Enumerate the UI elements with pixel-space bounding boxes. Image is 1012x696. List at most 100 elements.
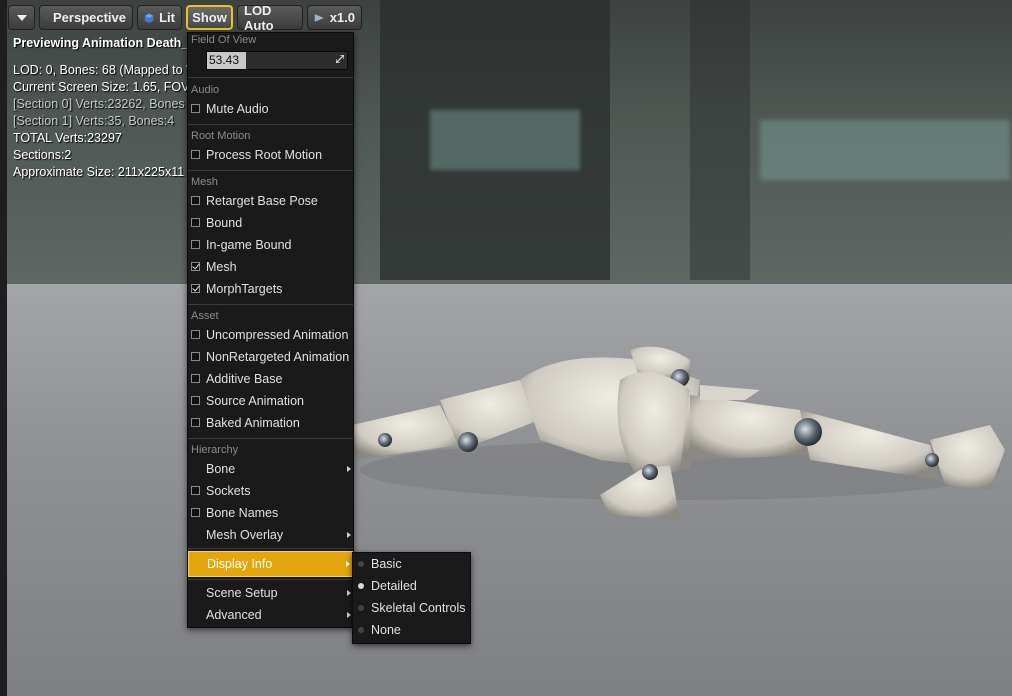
menu-separator xyxy=(188,304,353,305)
menu-item-sockets[interactable]: Sockets xyxy=(188,480,353,502)
perspective-label: Perspective xyxy=(53,10,126,25)
section-header-fov: Field Of View xyxy=(191,34,257,46)
checkbox[interactable] xyxy=(191,262,200,271)
checkbox[interactable] xyxy=(191,284,200,293)
info-line: Sections:2 xyxy=(13,148,72,162)
menu-item-label: Process Root Motion xyxy=(206,148,323,162)
fov-slider[interactable]: 53.43 xyxy=(206,51,348,70)
menu-item-label: Source Animation xyxy=(206,394,304,408)
menu-item-label: MorphTargets xyxy=(206,282,283,296)
submenu-arrow-icon xyxy=(347,590,351,596)
lod-button[interactable]: LOD Auto xyxy=(237,2,303,33)
menu-item-label: Retarget Base Pose xyxy=(206,194,318,208)
menu-item-scene-setup[interactable]: Scene Setup xyxy=(188,582,353,604)
menu-item-label: Baked Animation xyxy=(206,416,300,430)
chevron-down-icon xyxy=(16,14,27,21)
checkbox[interactable] xyxy=(191,218,200,227)
viewport-options-button[interactable] xyxy=(8,5,35,30)
radio-button[interactable] xyxy=(358,605,364,611)
radio-button[interactable] xyxy=(358,561,364,567)
radio-button[interactable] xyxy=(358,583,364,589)
menu-item-advanced[interactable]: Advanced xyxy=(188,604,353,626)
menu-item-label: Bone xyxy=(206,462,236,476)
menu-item-label: Uncompressed Animation xyxy=(206,328,349,342)
submenu-item-label: Basic xyxy=(371,557,402,571)
section-header-root-motion: Root Motion xyxy=(191,130,251,142)
menu-item-mute-audio[interactable]: Mute Audio xyxy=(188,98,353,120)
menu-item-label: Mute Audio xyxy=(206,102,269,116)
menu-separator xyxy=(188,170,353,171)
menu-item-process-root-motion[interactable]: Process Root Motion xyxy=(188,144,353,166)
resize-handle-icon xyxy=(336,55,344,63)
menu-item-morph-targets[interactable]: MorphTargets xyxy=(188,278,353,300)
section-header-asset: Asset xyxy=(191,310,219,322)
playback-speed-button[interactable]: x1.0 xyxy=(307,5,362,30)
submenu-item-basic[interactable]: Basic xyxy=(353,553,470,575)
menu-item-nonretargeted-animation[interactable]: NonRetargeted Animation xyxy=(188,346,353,368)
radio-button[interactable] xyxy=(358,627,364,633)
display-info-submenu: Basic Detailed Skeletal Controls None xyxy=(352,552,471,644)
submenu-arrow-icon xyxy=(347,612,351,618)
submenu-item-detailed[interactable]: Detailed xyxy=(353,575,470,597)
submenu-item-label: None xyxy=(371,623,401,637)
info-line: Current Screen Size: 1.65, FOV xyxy=(13,80,190,94)
checkbox[interactable] xyxy=(191,240,200,249)
menu-item-label: Advanced xyxy=(206,608,262,622)
checkbox[interactable] xyxy=(191,104,200,113)
checkbox[interactable] xyxy=(191,196,200,205)
submenu-arrow-icon xyxy=(346,561,350,567)
checkbox[interactable] xyxy=(191,396,200,405)
speed-label: x1.0 xyxy=(329,10,355,25)
menu-separator xyxy=(188,438,353,439)
preview-info-overlay: Previewing Animation Death_1 LOD: 0, Bon… xyxy=(13,36,195,181)
show-button[interactable]: Show xyxy=(186,5,233,30)
viewport-toolbar: Perspective Lit Show LOD Auto x1.0 xyxy=(8,2,362,33)
menu-item-bone[interactable]: Bone xyxy=(188,458,353,480)
info-line: [Section 0] Verts:23262, Bones xyxy=(13,97,185,111)
cube-icon xyxy=(144,13,154,23)
checkbox[interactable] xyxy=(191,418,200,427)
menu-item-label: Scene Setup xyxy=(206,586,278,600)
menu-item-display-info[interactable]: Display Info xyxy=(188,551,353,577)
menu-separator xyxy=(188,124,353,125)
submenu-item-label: Detailed xyxy=(371,579,417,593)
menu-separator xyxy=(188,579,353,580)
menu-item-mesh[interactable]: Mesh xyxy=(188,256,353,278)
menu-item-mesh-overlay[interactable]: Mesh Overlay xyxy=(188,524,353,546)
lod-label: LOD Auto xyxy=(244,2,274,33)
checkbox[interactable] xyxy=(191,374,200,383)
menu-item-label: NonRetargeted Animation xyxy=(206,350,350,364)
menu-item-in-game-bound[interactable]: In-game Bound xyxy=(188,234,353,256)
submenu-arrow-icon xyxy=(347,532,351,538)
perspective-button[interactable]: Perspective xyxy=(39,5,133,30)
show-label: Show xyxy=(192,10,227,25)
lit-button[interactable]: Lit xyxy=(137,5,182,30)
menu-item-label: Mesh Overlay xyxy=(206,528,284,542)
checkbox[interactable] xyxy=(191,150,200,159)
section-header-hierarchy: Hierarchy xyxy=(191,444,239,456)
menu-item-source-animation[interactable]: Source Animation xyxy=(188,390,353,412)
checkbox[interactable] xyxy=(191,330,200,339)
viewport-border xyxy=(0,0,7,696)
menu-item-label: Sockets xyxy=(206,484,251,498)
camera-icon xyxy=(46,17,48,19)
menu-item-label: Additive Base xyxy=(206,372,283,386)
checkbox[interactable] xyxy=(191,352,200,361)
menu-item-uncompressed-animation[interactable]: Uncompressed Animation xyxy=(188,324,353,346)
info-line: TOTAL Verts:23297 xyxy=(13,131,122,145)
submenu-item-skeletal-controls[interactable]: Skeletal Controls xyxy=(353,597,470,619)
menu-item-baked-animation[interactable]: Baked Animation xyxy=(188,412,353,434)
checkbox[interactable] xyxy=(191,508,200,517)
lit-label: Lit xyxy=(159,10,175,25)
menu-item-label: Display Info xyxy=(207,557,273,571)
play-speed-icon xyxy=(314,13,324,22)
menu-item-bone-names[interactable]: Bone Names xyxy=(188,502,353,524)
submenu-item-none[interactable]: None xyxy=(353,619,470,641)
checkbox[interactable] xyxy=(191,486,200,495)
menu-item-retarget-base-pose[interactable]: Retarget Base Pose xyxy=(188,190,353,212)
section-header-audio: Audio xyxy=(191,84,220,96)
menu-item-additive-base[interactable]: Additive Base xyxy=(188,368,353,390)
menu-item-label: Bound xyxy=(206,216,243,230)
menu-item-bound[interactable]: Bound xyxy=(188,212,353,234)
submenu-item-label: Skeletal Controls xyxy=(371,601,466,615)
